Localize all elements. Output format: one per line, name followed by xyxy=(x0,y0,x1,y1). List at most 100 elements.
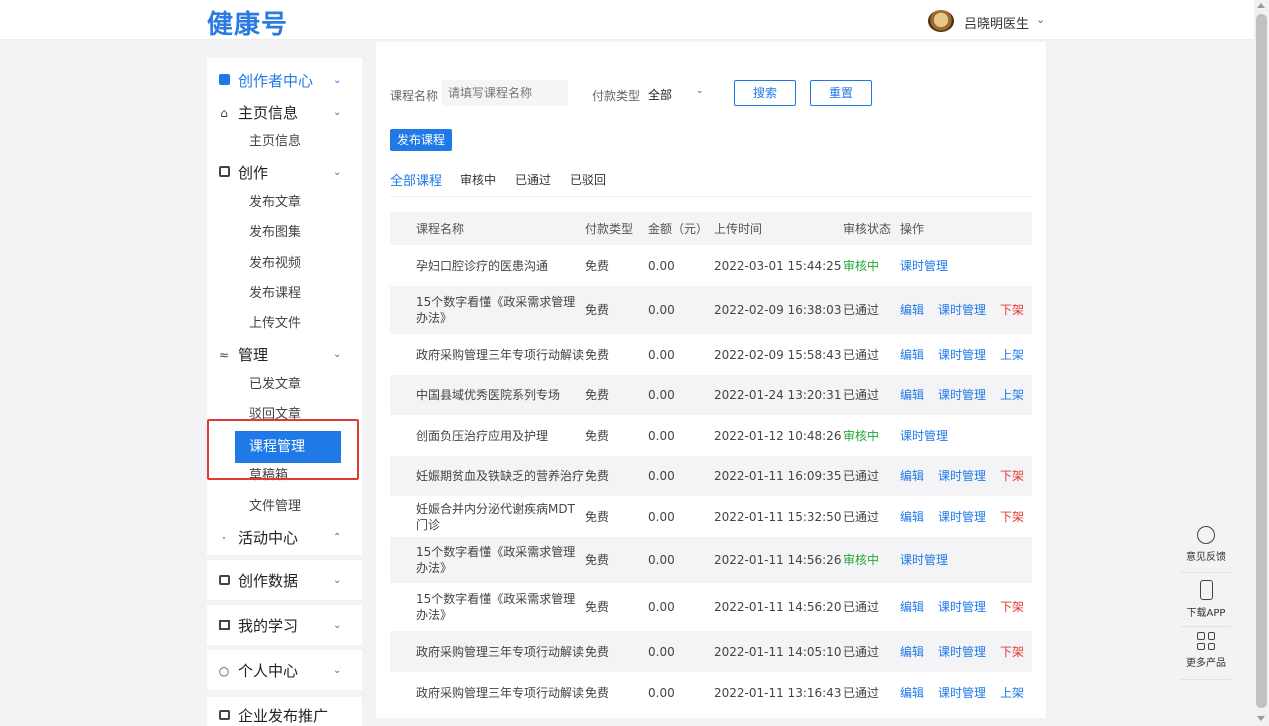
put-up-link[interactable]: 上架 xyxy=(1000,388,1024,402)
sidebar-section-learning[interactable]: 我的学习 ⌄ xyxy=(207,605,362,645)
status-cell: 已通过 xyxy=(843,686,880,700)
sidebar-item-personal-center[interactable]: ○ 个人中心 ⌄ xyxy=(207,660,362,684)
course-name-input[interactable] xyxy=(442,80,568,106)
status-cell: 已通过 xyxy=(843,388,880,402)
sidebar-item-creation-data[interactable]: 创作数据 ⌄ xyxy=(207,570,362,594)
edit-link[interactable]: 编辑 xyxy=(900,645,924,659)
sidebar-item-home-info[interactable]: ⌂ 主页信息 ⌄ xyxy=(207,102,362,126)
lesson-management-link[interactable]: 课时管理 xyxy=(938,388,986,402)
lesson-management-link[interactable]: 课时管理 xyxy=(938,469,986,483)
upload-time-cell: 2022-01-12 10:48:26 xyxy=(714,429,842,443)
put-up-link[interactable]: 上架 xyxy=(1000,686,1024,700)
take-down-link[interactable]: 下架 xyxy=(1000,303,1024,317)
scroll-thumb[interactable] xyxy=(1256,14,1267,708)
take-down-link[interactable]: 下架 xyxy=(1000,469,1024,483)
sidebar-item-manage[interactable]: ≈ 管理 ⌄ xyxy=(207,344,362,368)
sidebar-menu: 创作者中心 ⌄ ⌂ 主页信息 ⌄ 主页信息 创作 ⌄ 发布文章 发布图集 发布视… xyxy=(207,58,362,555)
sidebar-item-enterprise[interactable]: 企业发布推广 xyxy=(207,705,362,726)
sidebar-sub-publish-gallery[interactable]: 发布图集 xyxy=(249,224,301,242)
edit-link[interactable]: 编辑 xyxy=(900,510,924,524)
sidebar-sub-course-management[interactable]: 课程管理 xyxy=(235,431,341,463)
pay-type-select[interactable]: 全部 ⌄ xyxy=(640,80,710,106)
table-row: 15个数字看懂《政采需求管理办法》 免费 0.00 2022-01-11 14:56:… xyxy=(390,537,1032,583)
status-cell: 已通过 xyxy=(843,303,880,317)
edit-link[interactable]: 编辑 xyxy=(900,686,924,700)
reset-button[interactable]: 重置 xyxy=(810,80,872,106)
chevron-down-icon: ⌄ xyxy=(333,107,342,118)
edit-link[interactable]: 编辑 xyxy=(900,469,924,483)
sidebar-sub-published-articles[interactable]: 已发文章 xyxy=(249,376,301,394)
status-cell: 审核中 xyxy=(843,429,880,443)
amount-cell: 0.00 xyxy=(648,303,675,317)
site-logo[interactable]: 健康号 xyxy=(207,4,288,41)
lesson-management-link[interactable]: 课时管理 xyxy=(938,600,986,614)
take-down-link[interactable]: 下架 xyxy=(1000,600,1024,614)
chevron-down-icon: ⌄ xyxy=(333,620,342,631)
tab-approved[interactable]: 已通过 xyxy=(515,171,551,188)
lesson-management-link[interactable]: 课时管理 xyxy=(900,259,948,273)
feedback-button[interactable]: 意见反馈 xyxy=(1181,526,1231,563)
user-avatar[interactable] xyxy=(928,10,954,32)
sidebar-sub-publish-video[interactable]: 发布视频 xyxy=(249,255,301,273)
header-amount: 金额（元） xyxy=(648,222,709,236)
user-name[interactable]: 吕晓明医生 xyxy=(964,13,1029,32)
scroll-up-icon[interactable] xyxy=(1257,3,1265,8)
person-icon: ○ xyxy=(218,664,230,678)
status-cell: 审核中 xyxy=(843,259,880,273)
download-app-button[interactable]: 下载APP xyxy=(1181,580,1231,619)
search-button[interactable]: 搜索 xyxy=(734,80,796,106)
more-products-button[interactable]: 更多产品 xyxy=(1181,632,1231,669)
publish-course-button[interactable]: 发布课程 xyxy=(390,129,452,151)
lesson-management-link[interactable]: 课时管理 xyxy=(938,645,986,659)
sidebar-item-creator-center[interactable]: 创作者中心 ⌄ xyxy=(207,70,362,94)
sidebar-item-create[interactable]: 创作 ⌄ xyxy=(207,162,362,186)
sidebar-sub-publish-course[interactable]: 发布课程 xyxy=(249,285,301,303)
edit-link[interactable]: 编辑 xyxy=(900,388,924,402)
sidebar-section-data[interactable]: 创作数据 ⌄ xyxy=(207,560,362,600)
take-down-link[interactable]: 下架 xyxy=(1000,645,1024,659)
chevron-down-icon[interactable]: ⌄ xyxy=(1036,13,1045,26)
pay-type-cell: 免费 xyxy=(585,686,610,700)
sidebar-sub-publish-article[interactable]: 发布文章 xyxy=(249,194,301,212)
lesson-management-link[interactable]: 课时管理 xyxy=(938,510,986,524)
actions-cell: 编辑 课时管理 上架 xyxy=(900,685,1038,701)
pay-type-cell: 免费 xyxy=(585,348,610,362)
sidebar-item-activity[interactable]: ⸱ 活动中心 ⌃ xyxy=(207,527,362,551)
take-down-link[interactable]: 下架 xyxy=(1000,510,1024,524)
sidebar-sub-file-management[interactable]: 文件管理 xyxy=(249,498,301,516)
chevron-down-icon: ⌄ xyxy=(333,349,342,360)
edit-link[interactable]: 编辑 xyxy=(900,600,924,614)
sidebar-sub-home-info[interactable]: 主页信息 xyxy=(249,133,301,151)
table-row: 政府采购管理三年专项行动解读 免费 0.00 2022-01-11 13:16:43 已… xyxy=(390,672,1032,713)
tab-all-courses[interactable]: 全部课程 xyxy=(390,170,442,189)
top-header: 健康号 吕晓明医生 ⌄ xyxy=(0,0,1254,40)
table-row: 妊娠合并内分泌代谢疾病MDT门诊 免费 0.00 2022-01-11 15:32:5… xyxy=(390,496,1032,537)
actions-cell: 编辑 课时管理 下架 xyxy=(900,644,1038,660)
sidebar-section-enterprise[interactable]: 企业发布推广 xyxy=(207,697,362,726)
table-row: 孕妇口腔诊疗的医患沟通 免费 0.00 2022-03-01 15:44:25 审核中 课… xyxy=(390,245,1032,286)
tab-rejected[interactable]: 已驳回 xyxy=(570,171,606,188)
lesson-management-link[interactable]: 课时管理 xyxy=(900,553,948,567)
sidebar-sub-upload-file[interactable]: 上传文件 xyxy=(249,315,301,333)
pay-type-cell: 免费 xyxy=(585,510,610,524)
lesson-management-link[interactable]: 课时管理 xyxy=(938,348,986,362)
flag-icon: ⸱ xyxy=(222,531,226,545)
scroll-down-icon[interactable] xyxy=(1257,716,1265,721)
actions-cell: 编辑 课时管理 下架 xyxy=(900,509,1038,525)
sidebar-section-personal[interactable]: ○ 个人中心 ⌄ xyxy=(207,650,362,690)
table-header: 课程名称 付款类型 金额（元） 上传时间 审核状态 操作 xyxy=(390,212,1032,245)
sidebar-item-my-learning[interactable]: 我的学习 ⌄ xyxy=(207,615,362,639)
sidebar-sub-rejected-articles[interactable]: 驳回文章 xyxy=(249,406,301,424)
vertical-scrollbar[interactable] xyxy=(1254,0,1269,726)
course-name-label: 课程名称 xyxy=(390,89,439,103)
put-up-link[interactable]: 上架 xyxy=(1000,348,1024,362)
amount-cell: 0.00 xyxy=(648,553,675,567)
lesson-management-link[interactable]: 课时管理 xyxy=(938,303,986,317)
lesson-management-link[interactable]: 课时管理 xyxy=(938,686,986,700)
edit-link[interactable]: 编辑 xyxy=(900,348,924,362)
lesson-management-link[interactable]: 课时管理 xyxy=(900,429,948,443)
edit-link[interactable]: 编辑 xyxy=(900,303,924,317)
tab-under-review[interactable]: 审核中 xyxy=(460,171,496,188)
sidebar-sub-drafts[interactable]: 草稿箱 xyxy=(249,467,288,485)
course-name-cell: 15个数字看懂《政采需求管理办法》 xyxy=(416,592,576,622)
